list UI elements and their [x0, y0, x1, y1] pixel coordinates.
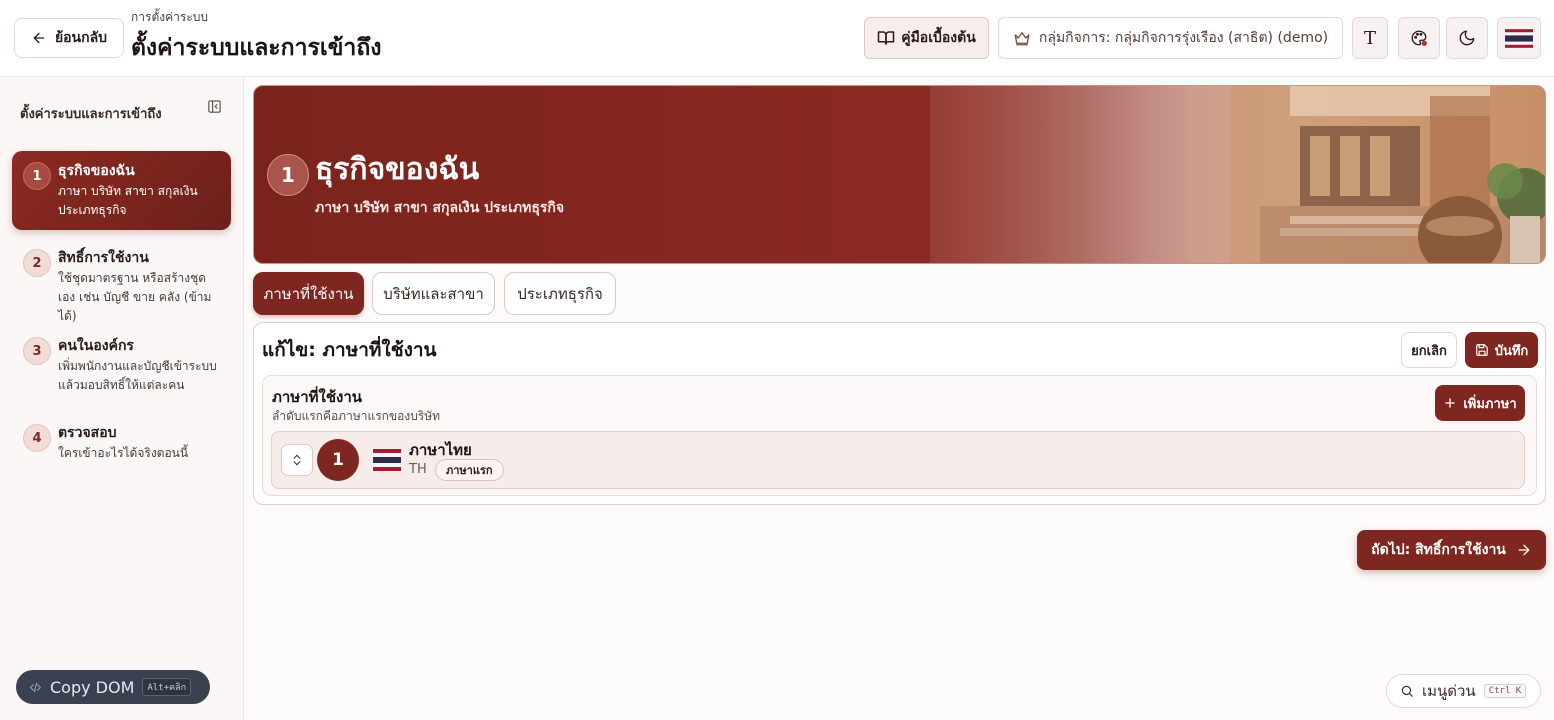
- sidebar-step-review[interactable]: 4 ตรวจสอบ ใครเข้าอะไรได้จริงตอนนี้: [12, 413, 231, 473]
- edit-panel-title: แก้ไข: ภาษาที่ใช้งาน: [262, 339, 437, 361]
- step-number: 2: [23, 249, 51, 277]
- hero-banner: 1 ธุรกิจของฉัน ภาษา บริษัท สาขา สกุลเงิน…: [253, 85, 1546, 264]
- step-description: ภาษา บริษัท สาขา สกุลเงิน ประเภทธุรกิจ: [58, 184, 198, 217]
- plus-icon: [1445, 398, 1456, 408]
- next-step-label: ถัดไป: สิทธิ์การใช้งาน: [1371, 542, 1506, 558]
- step-title: คนในองค์กร: [58, 338, 134, 354]
- step-title: ตรวจสอบ: [58, 425, 117, 441]
- guide-button-label: คู่มือเบื้องต้น: [901, 30, 976, 46]
- page-title: ตั้งค่าระบบและการเข้าถึง: [131, 35, 382, 61]
- add-language-button[interactable]: เพิ่มภาษา: [1435, 385, 1525, 421]
- sidebar-step-business[interactable]: 1 ธุรกิจของฉัน ภาษา บริษัท สาขา สกุลเงิน…: [12, 151, 231, 230]
- save-icon: [1475, 344, 1488, 356]
- thai-flag-icon: [373, 449, 401, 471]
- languages-section-description: ลำดับแรกคือภาษาแรกของบริษัท: [272, 409, 441, 423]
- step-number: 1: [23, 162, 51, 190]
- language-code: TH: [409, 462, 427, 477]
- sidebar-step-permissions[interactable]: 2 สิทธิ์การใช้งาน ใช้ชุดมาตรฐาน หรือสร้า…: [12, 238, 231, 336]
- quick-menu-label: เมนูด่วน: [1422, 682, 1476, 700]
- font-size-icon: T: [1363, 27, 1376, 49]
- step-description: เพิ่มพนักงานและบัญชีเข้าระบบ แล้วมอบสิทธ…: [58, 359, 217, 392]
- search-icon: [1401, 685, 1413, 697]
- hero-step-number: 1: [267, 154, 309, 196]
- edit-panel: แก้ไข: ภาษาที่ใช้งาน ยกเลิก บันทึก ภาษาท…: [253, 322, 1546, 505]
- languages-card: ภาษาที่ใช้งาน ลำดับแรกคือภาษาแรกของบริษั…: [262, 375, 1537, 496]
- step-title: สิทธิ์การใช้งาน: [58, 250, 149, 266]
- book-open-icon: [877, 31, 895, 45]
- step-number: 4: [23, 424, 51, 452]
- next-step-button[interactable]: ถัดไป: สิทธิ์การใช้งาน: [1357, 530, 1546, 570]
- tab-company-branches[interactable]: บริษัทและสาขา: [372, 272, 495, 315]
- sidebar-step-people[interactable]: 3 คนในองค์กร เพิ่มพนักงานและบัญชีเข้าระบ…: [12, 326, 231, 405]
- crown-icon: [1014, 32, 1030, 46]
- step-description: ใช้ชุดมาตรฐาน หรือสร้างชุดเอง เช่น บัญชี…: [58, 271, 212, 323]
- languages-section-title: ภาษาที่ใช้งาน: [272, 388, 363, 406]
- quick-menu-shortcut: Ctrl K: [1483, 684, 1527, 698]
- sidebar-title: ตั้งค่าระบบและการเข้าถึง: [20, 107, 162, 122]
- hero-title: ธุรกิจของฉัน: [315, 152, 480, 187]
- copy-dom-button[interactable]: Copy DOM Alt+คลิก: [16, 670, 210, 704]
- language-flag-button[interactable]: [1497, 17, 1541, 59]
- business-group-selector[interactable]: กลุ่มกิจการ: กลุ่มกิจการรุ่งเรือง (สาธิต…: [998, 17, 1343, 59]
- guide-button[interactable]: คู่มือเบื้องต้น: [864, 17, 989, 59]
- photo-fade: [930, 86, 1190, 263]
- step-description: ใครเข้าอะไรได้จริงตอนนี้: [58, 446, 189, 460]
- step-number: 3: [23, 337, 51, 365]
- sidebar-collapse-icon[interactable]: [207, 99, 222, 114]
- code-icon: [30, 682, 41, 692]
- copy-dom-label: Copy DOM: [50, 677, 135, 697]
- back-button[interactable]: ย้อนกลับ: [14, 18, 124, 58]
- language-order-number: 1: [317, 439, 359, 481]
- hero-subtitle: ภาษา บริษัท สาขา สกุลเงิน ประเภทธุรกิจ: [315, 200, 565, 216]
- sidebar: ตั้งค่าระบบและการเข้าถึง 1 ธุรกิจของฉัน …: [0, 77, 244, 720]
- arrow-left-icon: [33, 32, 45, 44]
- cancel-button[interactable]: ยกเลิก: [1401, 332, 1457, 368]
- tab-business-type[interactable]: ประเภทธุรกิจ: [504, 272, 616, 315]
- theme-palette-button[interactable]: [1398, 17, 1440, 59]
- palette-icon: [1411, 30, 1427, 46]
- moon-icon: [1459, 30, 1475, 46]
- top-header: ย้อนกลับ การตั้งค่าระบบ ตั้งค่าระบบและกา…: [0, 0, 1554, 77]
- chevrons-up-down-icon: [293, 454, 301, 466]
- save-button-label: บันทึก: [1494, 343, 1529, 359]
- reorder-handle[interactable]: [281, 444, 313, 476]
- copy-dom-shortcut: Alt+คลิก: [142, 678, 192, 696]
- step-title: ธุรกิจของฉัน: [58, 163, 135, 179]
- arrow-right-icon: [1518, 544, 1530, 556]
- quick-menu-button[interactable]: เมนูด่วน Ctrl K: [1386, 674, 1541, 708]
- building-photo: [930, 86, 1545, 263]
- back-button-label: ย้อนกลับ: [54, 30, 108, 46]
- tab-languages[interactable]: ภาษาที่ใช้งาน: [253, 272, 364, 315]
- add-language-label: เพิ่มภาษา: [1463, 396, 1517, 412]
- save-button[interactable]: บันทึก: [1465, 332, 1538, 368]
- thai-flag-icon: [1505, 28, 1533, 48]
- language-row: 1 ภาษาไทย TH ภาษาแรก: [271, 431, 1525, 489]
- primary-language-badge: ภาษาแรก: [435, 459, 504, 481]
- dark-mode-button[interactable]: [1446, 17, 1488, 59]
- business-group-label: กลุ่มกิจการ: กลุ่มกิจการรุ่งเรือง (สาธิต…: [1038, 30, 1329, 46]
- font-size-button[interactable]: T: [1352, 17, 1388, 59]
- breadcrumb: การตั้งค่าระบบ: [131, 10, 208, 24]
